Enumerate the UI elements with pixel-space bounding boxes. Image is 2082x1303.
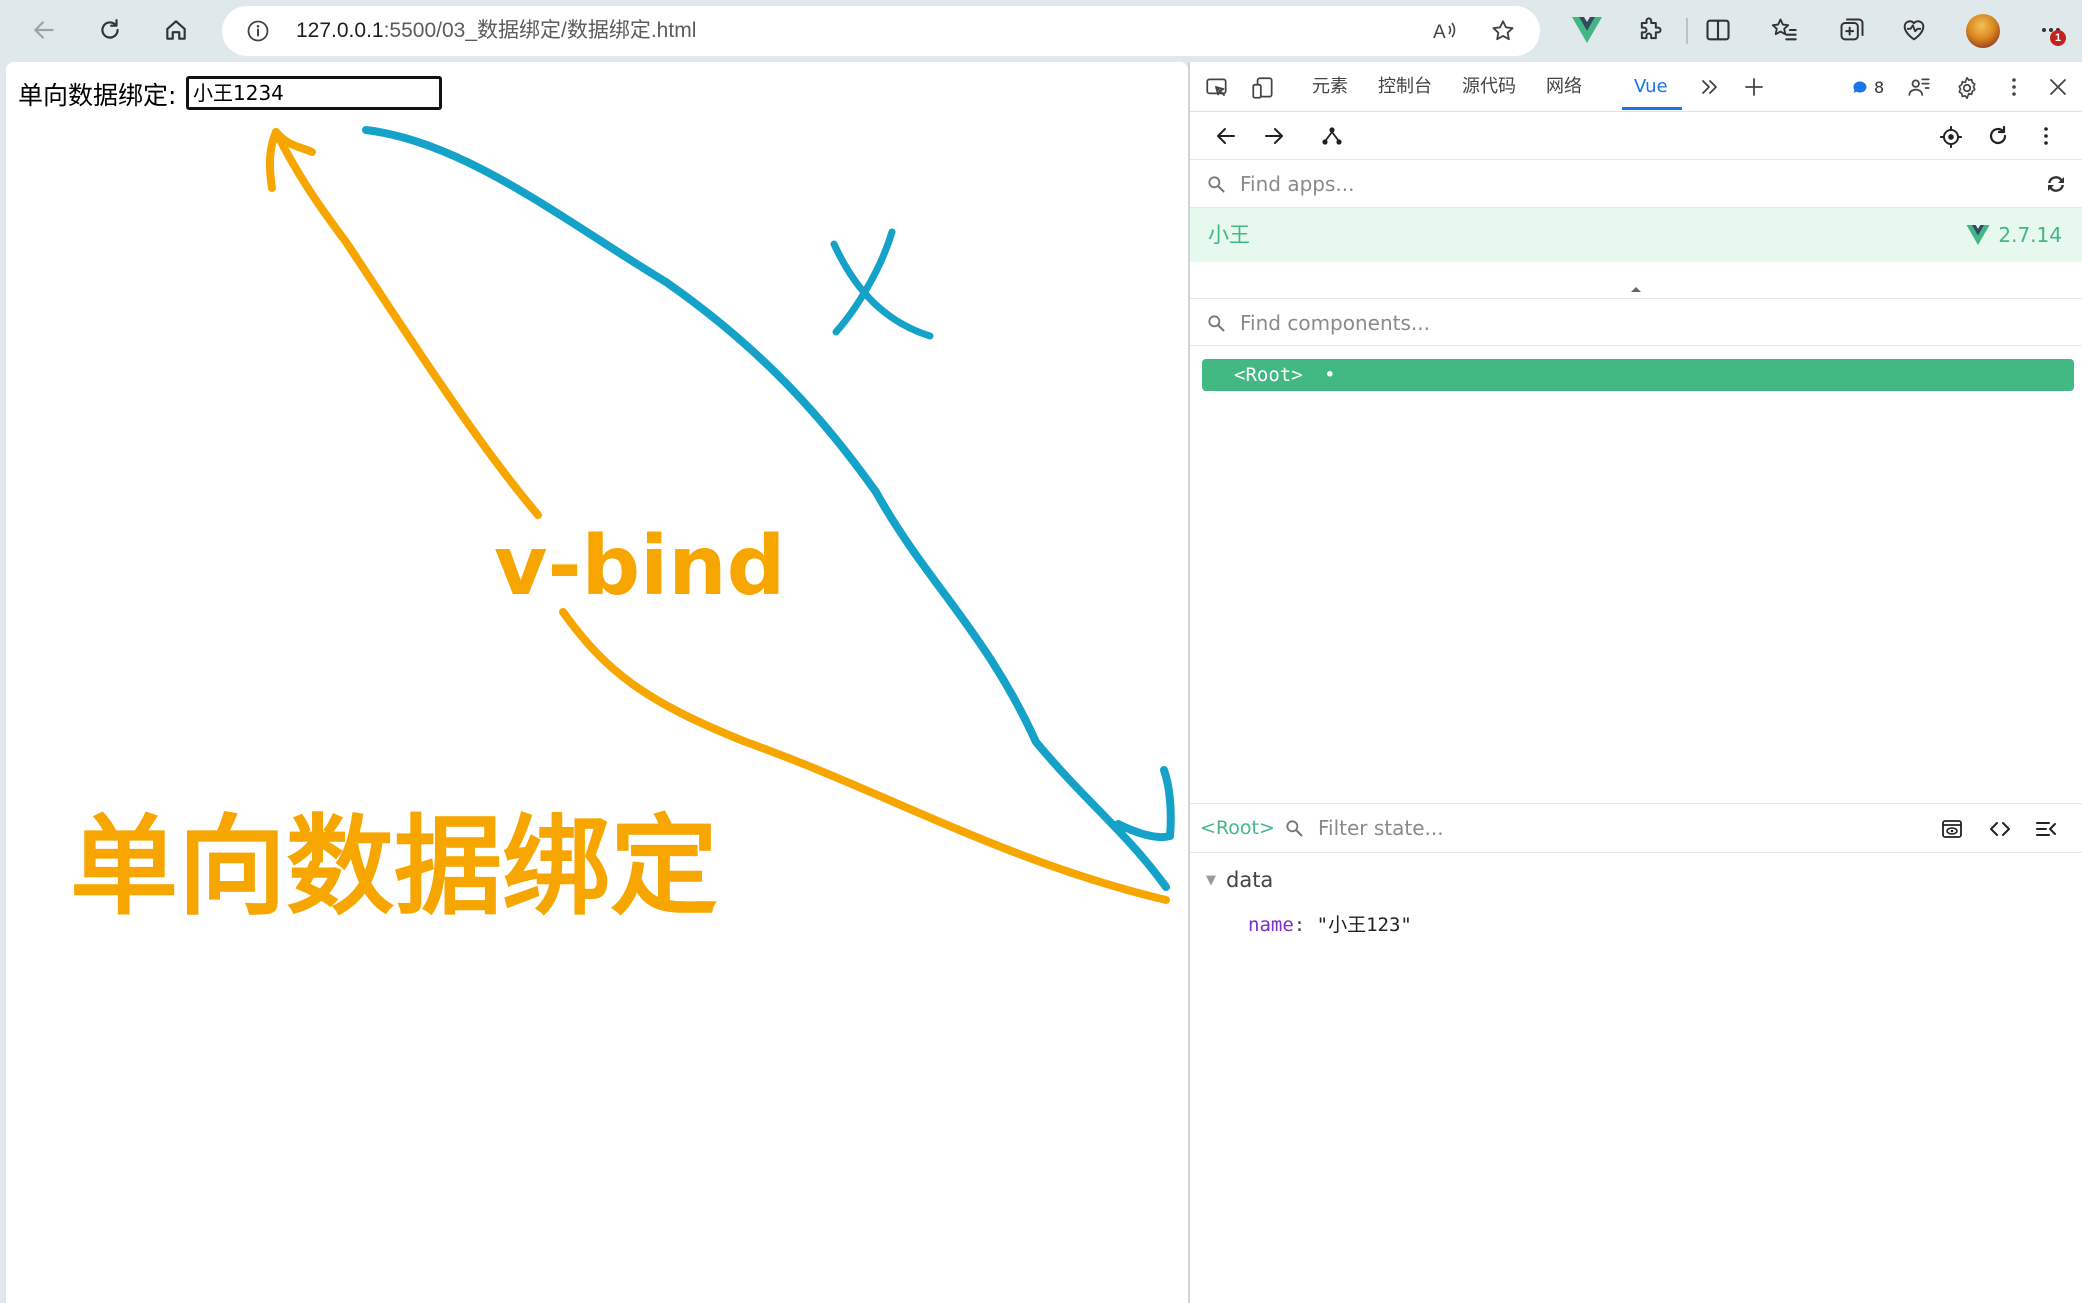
browser-essentials-heart-icon[interactable] <box>1900 16 1928 44</box>
profile-avatar[interactable] <box>1966 14 2000 48</box>
select-component-target-icon[interactable] <box>1938 124 1964 150</box>
devtools-more-icon[interactable] <box>2002 75 2026 99</box>
extensions-puzzle-icon[interactable] <box>1636 16 1664 44</box>
tab-network[interactable]: 网络 <box>1546 62 1582 112</box>
selected-component-label: <Root> <box>1200 817 1275 839</box>
caption-annotation: 单向数据绑定 <box>70 805 718 930</box>
inspect-dom-code-icon[interactable] <box>1988 817 2012 841</box>
expand-triangle-icon: ▼ <box>1206 873 1216 888</box>
toolbar-divider <box>1686 18 1688 44</box>
find-components-input[interactable]: Find components... <box>1240 299 1430 347</box>
device-toolbar-icon[interactable] <box>1250 75 1276 101</box>
app-version: 2.7.14 <box>1966 208 2062 262</box>
browser-toolbar: 127.0.0.1:5500/03_数据绑定/数据绑定.html A 1 <box>0 0 2082 62</box>
blue-arrowhead <box>1114 766 1175 841</box>
root-component-name: <Root> <box>1234 364 1303 386</box>
find-apps-bar[interactable]: Find apps... <box>1190 160 2082 208</box>
favorites-list-icon[interactable] <box>1770 16 1798 44</box>
scroll-to-component-icon[interactable] <box>1940 817 1964 841</box>
arrow-left-icon <box>34 21 54 39</box>
close-devtools-icon[interactable] <box>2046 75 2070 99</box>
settings-gear-icon[interactable] <box>1954 75 1980 101</box>
back-arrow-icon[interactable] <box>1214 124 1238 148</box>
issues-count: 8 <box>1874 78 1885 97</box>
state-section-header[interactable]: ▼ data <box>1206 862 1273 898</box>
collapse-all-icon[interactable] <box>2034 817 2058 841</box>
read-aloud-icon[interactable]: A <box>1432 18 1458 44</box>
component-tree-root[interactable]: <Root> • <box>1202 359 2074 391</box>
annotation-layer: v-bind 单向数据绑定 <box>70 126 1175 930</box>
split-screen-icon[interactable] <box>1704 16 1732 44</box>
app-name: 小王 <box>1208 223 1250 247</box>
url-path: :5500/03_数据绑定/数据绑定.html <box>383 19 697 42</box>
key-value-separator: : <box>1293 914 1317 936</box>
filter-state-input[interactable]: Filter state... <box>1318 804 1444 852</box>
refresh-icon[interactable] <box>1986 124 2010 148</box>
collapse-caret-icon[interactable] <box>1628 284 1644 294</box>
blue-arrow <box>362 126 1170 891</box>
search-icon <box>1284 818 1304 838</box>
app-list-item[interactable]: 小王 2.7.14 <box>1190 208 2082 262</box>
app-version-text: 2.7.14 <box>1998 223 2062 247</box>
forward-arrow-icon[interactable] <box>1262 124 1286 148</box>
state-value: "小王123" <box>1316 914 1412 936</box>
devtools-tab-bar: 元素 控制台 源代码 网络 Vue 8 <box>1190 62 2082 112</box>
tab-console[interactable]: 控制台 <box>1378 62 1432 112</box>
tab-sources[interactable]: 源代码 <box>1462 62 1516 112</box>
collections-icon[interactable] <box>1838 16 1866 44</box>
search-icon <box>1206 174 1226 194</box>
url-text[interactable]: 127.0.0.1:5500/03_数据绑定/数据绑定.html <box>296 6 696 56</box>
active-tab-indicator <box>1622 107 1682 110</box>
home-button[interactable] <box>156 10 196 50</box>
sync-icon[interactable] <box>2044 172 2068 196</box>
home-icon <box>166 20 186 40</box>
reload-icon <box>101 19 119 39</box>
reload-button[interactable] <box>90 10 130 50</box>
url-host: 127.0.0.1 <box>296 19 384 42</box>
tab-elements[interactable]: 元素 <box>1312 62 1348 112</box>
state-key: name <box>1248 914 1294 936</box>
vbind-annotation: v-bind <box>494 519 785 614</box>
site-info-icon[interactable] <box>246 19 270 43</box>
vue-toolbar <box>1190 112 2082 160</box>
favorite-star-icon[interactable] <box>1490 18 1516 44</box>
state-section-title: data <box>1226 868 1274 892</box>
state-property-row[interactable]: name: "小王123" <box>1248 908 1412 942</box>
search-icon <box>1206 313 1226 333</box>
root-component-label: <Root> • <box>1234 359 1336 391</box>
customize-devtools-icon[interactable] <box>1906 75 1932 101</box>
back-button[interactable] <box>24 10 64 50</box>
more-tabs-chevron-icon[interactable] <box>1698 75 1722 99</box>
orange-arrow-to-input <box>272 128 542 519</box>
vue-more-icon[interactable] <box>2034 124 2058 148</box>
notification-badge: 1 <box>2050 30 2066 46</box>
issues-badge[interactable]: 8 <box>1852 78 1884 97</box>
component-tree-icon[interactable] <box>1320 124 1344 148</box>
find-components-bar[interactable]: Find components... <box>1190 298 2082 346</box>
message-icon <box>1853 80 1867 93</box>
address-bar[interactable]: 127.0.0.1:5500/03_数据绑定/数据绑定.html A <box>222 6 1540 56</box>
vue-logo-icon <box>1966 225 1990 245</box>
state-inspector-bar: <Root> Filter state... <box>1190 803 2082 853</box>
vue-devtools-extension-icon[interactable] <box>1572 16 1602 44</box>
find-apps-input[interactable]: Find apps... <box>1240 160 1354 208</box>
add-tab-plus-icon[interactable] <box>1742 75 1766 99</box>
cross-stroke-2 <box>832 228 896 336</box>
root-dot: • <box>1324 364 1336 386</box>
tab-vue[interactable]: Vue <box>1634 62 1668 112</box>
svg-text:A: A <box>1433 22 1446 43</box>
devtools-panel: 元素 控制台 源代码 网络 Vue 8 Find apps... 小王 2.7.… <box>1190 62 2082 1303</box>
page-viewport: 单向数据绑定: 小王1234 v-bind 单向数据绑定 <box>6 62 1188 1303</box>
inspect-element-icon[interactable] <box>1204 75 1230 101</box>
